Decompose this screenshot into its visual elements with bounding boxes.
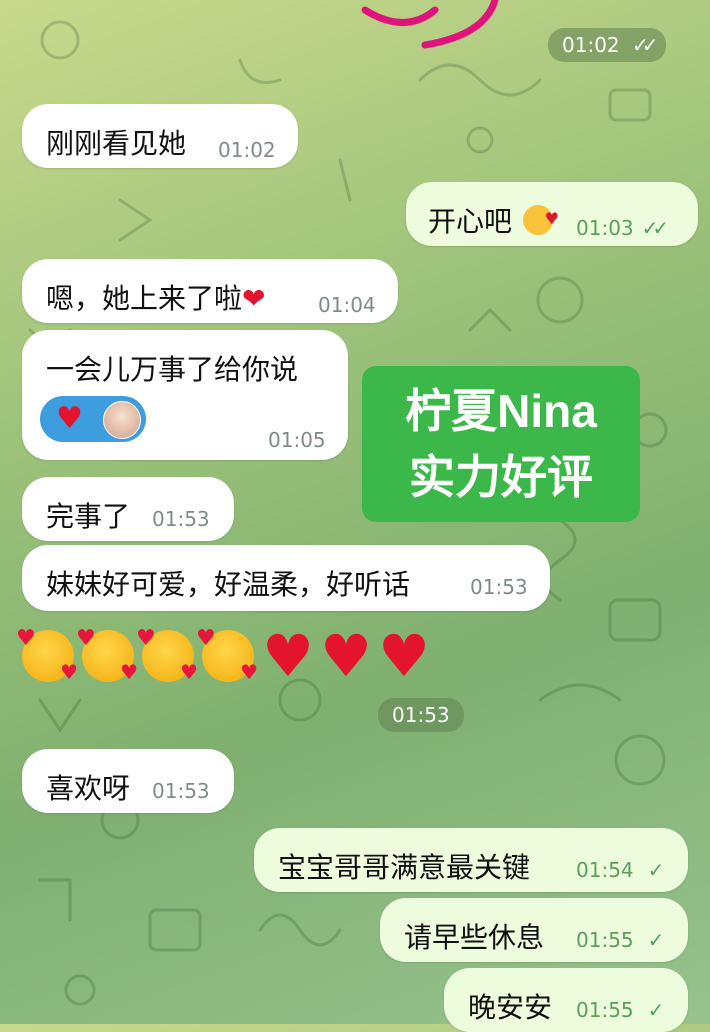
message-text-content: 开心吧 <box>428 205 513 238</box>
message-time-text: 01:54 <box>576 858 634 882</box>
message-time-text: 01:03 <box>576 216 634 240</box>
smiling-face-with-hearts-icon <box>196 626 258 684</box>
message-text: 请早些休息 <box>404 921 545 954</box>
message-bubble-incoming[interactable]: 嗯，她上来了啦❤ 01:04 <box>22 259 398 323</box>
message-time-text: 01:55 <box>576 928 634 952</box>
badge-line-2: 实力好评 <box>409 451 593 503</box>
check-icon: ✓ <box>647 928 665 952</box>
kissing-face-icon: ♥ <box>522 205 559 235</box>
message-text: 开心吧 ♥ <box>428 200 559 240</box>
message-bubble-outgoing[interactable]: 开心吧 ♥ 01:03 ✓✓ <box>406 182 698 246</box>
message-time-text: 01:55 <box>576 998 634 1022</box>
emoji-message[interactable]: ♥ ♥♥ <box>16 622 436 690</box>
message-bubble-outgoing[interactable]: 请早些休息 01:55 ✓ <box>380 898 688 962</box>
red-heart-icon: ♥ <box>320 622 372 690</box>
message-bubble-outgoing[interactable]: 宝宝哥哥满意最关键 01:54 ✓ <box>254 828 688 892</box>
message-bubble-incoming[interactable]: 刚刚看见她 01:02 <box>22 104 298 168</box>
double-check-icon: ✓✓ <box>632 33 658 57</box>
message-time: 01:03 ✓✓ <box>576 216 669 240</box>
message-time: 01:55 ✓ <box>576 928 665 952</box>
red-heart-icon: ♥ <box>262 622 314 690</box>
message-time: 01:02 <box>218 138 276 162</box>
smiling-face-with-hearts-icon <box>16 626 78 684</box>
red-heart-icon: ❤ <box>242 282 266 315</box>
message-bubble-incoming[interactable]: 完事了 01:53 <box>22 477 234 541</box>
message-time: 01:55 ✓ <box>576 998 665 1022</box>
message-time: 01:53 <box>152 507 210 531</box>
message-time: 01:53 <box>152 779 210 803</box>
pink-scribble-decoration <box>361 0 499 49</box>
message-bubble-incoming[interactable]: 妹妹好可爱，好温柔，好听话 01:53 <box>22 545 550 611</box>
smiling-face-with-hearts-icon <box>76 626 138 684</box>
message-text: 宝宝哥哥满意最关键 <box>278 851 531 884</box>
message-text: 妹妹好可爱，好温柔，好听话 <box>46 568 411 601</box>
red-heart-icon: ♥ <box>56 401 83 436</box>
double-check-icon: ✓✓ <box>641 216 669 240</box>
badge-line-1: 柠夏Nina <box>405 385 597 437</box>
top-message-time: 01:02 ✓✓ <box>548 28 666 62</box>
red-heart-icon: ♥ <box>378 622 430 690</box>
top-time-text: 01:02 <box>562 33 620 57</box>
message-text: 一会儿万事了给你说 <box>46 353 299 386</box>
message-time: 01:53 <box>470 575 528 599</box>
overlay-watermark-badge: 柠夏Nina 实力好评 <box>362 366 640 522</box>
message-bubble-outgoing[interactable]: 晚安安 01:55 ✓ <box>444 968 688 1032</box>
message-time: 01:54 ✓ <box>576 858 665 882</box>
message-bubble-incoming[interactable]: 喜欢呀 01:53 <box>22 749 234 813</box>
check-icon: ✓ <box>647 858 665 882</box>
message-text: 完事了 <box>46 500 131 533</box>
message-text: 喜欢呀 <box>46 772 131 805</box>
emoji-message-time: 01:53 <box>378 698 464 732</box>
check-icon: ✓ <box>647 998 665 1022</box>
message-reaction[interactable]: ♥ <box>40 396 146 442</box>
message-text: 刚刚看见她 <box>46 127 187 160</box>
message-text: 晚安安 <box>468 991 553 1024</box>
message-text-content: 嗯，她上来了啦 <box>46 282 243 315</box>
smiling-face-with-hearts-icon <box>136 626 198 684</box>
avatar <box>103 401 141 439</box>
message-time: 01:05 <box>268 428 326 452</box>
message-text: 嗯，她上来了啦❤ <box>46 277 265 317</box>
message-time: 01:04 <box>318 293 376 317</box>
